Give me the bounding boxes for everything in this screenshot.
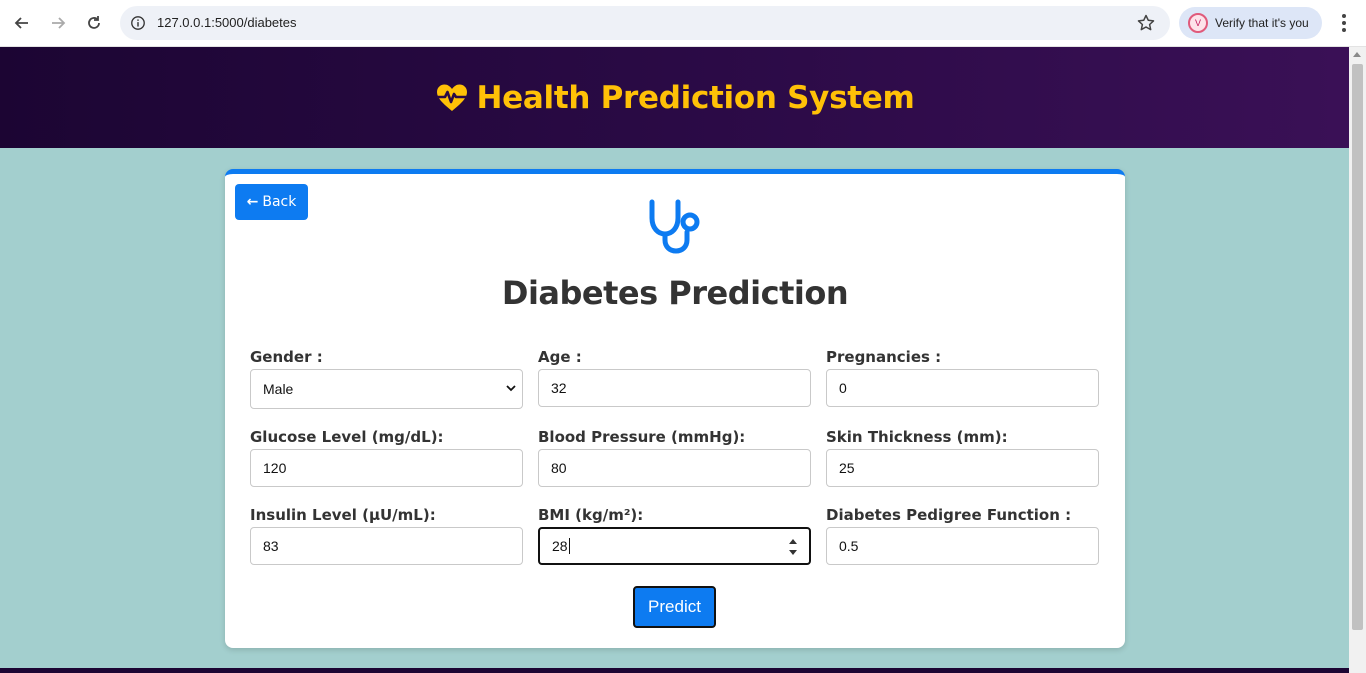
insulin-label: Insulin Level (µU/mL): — [250, 506, 436, 524]
arrow-left-icon: ← — [246, 194, 259, 210]
stethoscope-icon — [649, 199, 700, 254]
chevron-down-icon — [506, 385, 516, 392]
blood-pressure-field: Blood Pressure (mmHg): 80 — [538, 427, 812, 487]
browser-toolbar: 127.0.0.1:5000/diabetes V Verify that it… — [0, 0, 1366, 47]
back-nav-icon[interactable] — [7, 8, 37, 38]
footer-strip — [0, 668, 1349, 673]
gender-field: Gender : Male — [250, 347, 524, 409]
insulin-input[interactable]: 83 — [250, 527, 523, 565]
glucose-field: Glucose Level (mg/dL): 120 — [250, 427, 524, 487]
prediction-card: ← Back Diabetes Prediction Gender : Male… — [225, 169, 1125, 648]
gender-value: Male — [263, 381, 294, 397]
age-label: Age : — [538, 348, 582, 366]
blood-pressure-input[interactable]: 80 — [538, 449, 811, 487]
gender-label: Gender : — [250, 348, 323, 366]
age-input[interactable]: 32 — [538, 369, 811, 407]
site-info-icon[interactable] — [129, 14, 147, 32]
blood-pressure-label: Blood Pressure (mmHg): — [538, 428, 746, 446]
predict-button[interactable]: Predict — [633, 586, 716, 628]
skin-thickness-input[interactable]: 25 — [826, 449, 1099, 487]
site-title: Health Prediction System — [476, 79, 915, 116]
text-caret — [568, 538, 570, 554]
scrollbar[interactable] — [1349, 47, 1366, 673]
reload-icon[interactable] — [79, 8, 109, 38]
insulin-field: Insulin Level (µU/mL): 83 — [250, 505, 524, 565]
verify-label: Verify that it's you — [1215, 16, 1309, 30]
scroll-up-icon[interactable] — [1353, 52, 1361, 57]
skin-thickness-field: Skin Thickness (mm): 25 — [826, 427, 1100, 487]
pedigree-value: 0.5 — [839, 538, 859, 554]
pregnancies-label: Pregnancies : — [826, 348, 942, 366]
age-value: 32 — [551, 380, 567, 396]
glucose-label: Glucose Level (mg/dL): — [250, 428, 444, 446]
bmi-value: 28 — [552, 538, 568, 554]
site-header: Health Prediction System — [0, 47, 1349, 148]
age-field: Age : 32 — [538, 347, 812, 407]
glucose-value: 120 — [263, 460, 287, 476]
pedigree-input[interactable]: 0.5 — [826, 527, 1099, 565]
back-label: Back — [262, 194, 297, 210]
skin-thickness-value: 25 — [839, 460, 855, 476]
bmi-field: BMI (kg/m²): 28 — [538, 505, 812, 565]
bmi-label: BMI (kg/m²): — [538, 506, 644, 524]
back-button[interactable]: ← Back — [235, 184, 308, 220]
pedigree-field: Diabetes Pedigree Function : 0.5 — [826, 505, 1100, 565]
gender-select[interactable]: Male — [250, 369, 523, 409]
address-bar[interactable]: 127.0.0.1:5000/diabetes — [120, 6, 1170, 40]
browser-menu-icon[interactable] — [1334, 12, 1354, 34]
forward-nav-icon[interactable] — [43, 8, 73, 38]
insulin-value: 83 — [263, 538, 279, 554]
scroll-thumb[interactable] — [1352, 64, 1363, 630]
pregnancies-input[interactable]: 0 — [826, 369, 1099, 407]
heart-pulse-icon — [436, 84, 467, 111]
page-title: Diabetes Prediction — [501, 274, 849, 312]
pedigree-label: Diabetes Pedigree Function : — [826, 506, 1072, 524]
pregnancies-field: Pregnancies : 0 — [826, 347, 1100, 407]
skin-thickness-label: Skin Thickness (mm): — [826, 428, 1008, 446]
verify-profile-button[interactable]: V Verify that it's you — [1179, 7, 1322, 39]
url-text: 127.0.0.1:5000/diabetes — [157, 15, 297, 30]
bookmark-star-icon[interactable] — [1136, 13, 1156, 33]
pregnancies-value: 0 — [839, 380, 847, 396]
bmi-input[interactable]: 28 — [538, 527, 811, 565]
blood-pressure-value: 80 — [551, 460, 567, 476]
avatar: V — [1188, 13, 1208, 33]
number-spinner[interactable] — [789, 539, 797, 555]
glucose-input[interactable]: 120 — [250, 449, 523, 487]
